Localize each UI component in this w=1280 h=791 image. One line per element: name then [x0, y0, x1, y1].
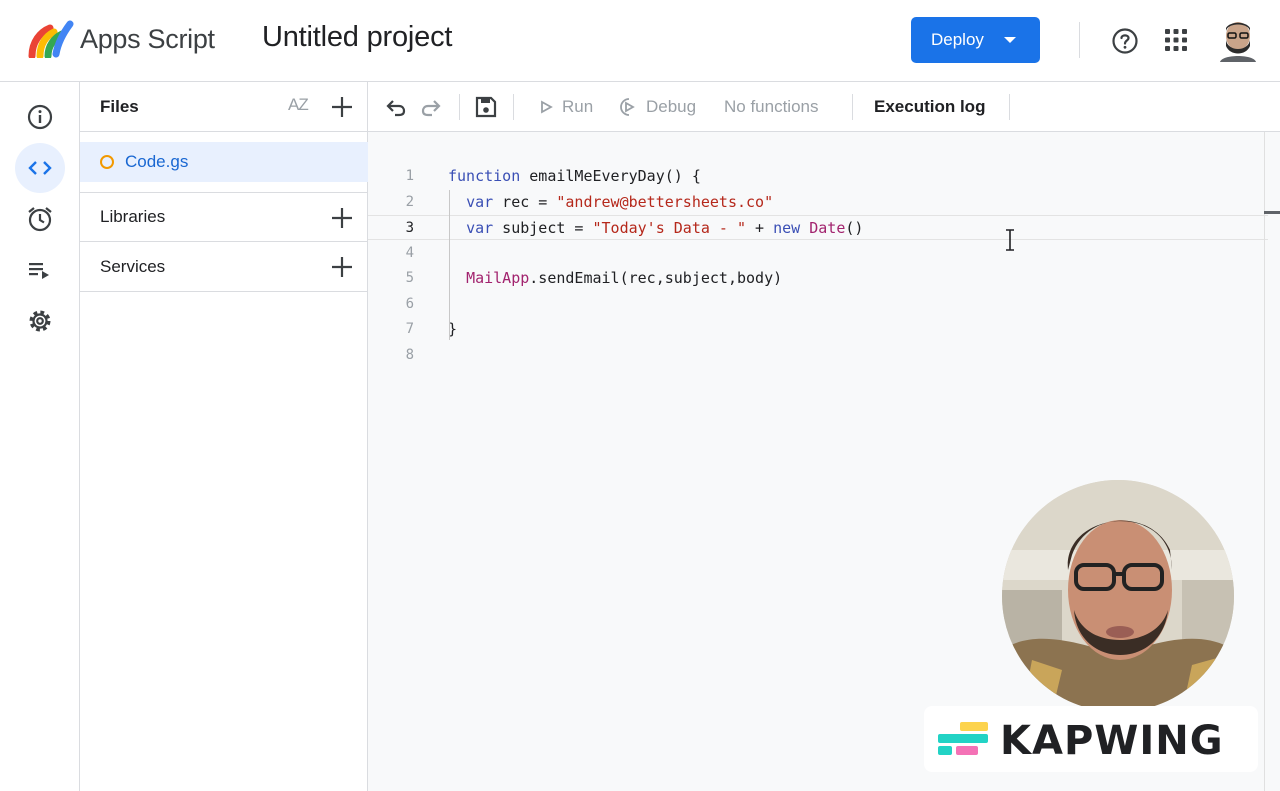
add-file-plus-icon[interactable] [330, 95, 354, 119]
run-button[interactable]: Run [538, 82, 598, 132]
apps-script-logo-icon[interactable] [28, 20, 74, 58]
line-number: 8 [405, 346, 414, 363]
toolbar-divider [852, 94, 853, 120]
webcam-overlay [1002, 480, 1234, 712]
execution-log-button[interactable]: Execution log [874, 97, 985, 117]
scrollbar-cursor-marker [1264, 211, 1280, 214]
line-number: 1 [405, 168, 414, 184]
debug-button[interactable]: Debug [618, 82, 708, 132]
avatar[interactable] [1218, 18, 1258, 62]
services-section: Services [80, 242, 368, 292]
undo-icon[interactable] [384, 95, 408, 119]
file-item-code-gs[interactable]: Code.gs [80, 142, 368, 182]
editor-scrollbar[interactable] [1264, 132, 1280, 791]
line-number: 4 [405, 244, 414, 261]
add-service-plus-icon[interactable] [330, 255, 354, 279]
function-select[interactable]: No functions [724, 97, 819, 117]
code-line[interactable]: 2 var rec = "andrew@bettersheets.co" [368, 190, 1268, 215]
settings-icon [29, 310, 51, 332]
project-title[interactable]: Untitled project [262, 21, 452, 54]
app-name[interactable]: Apps Script [80, 24, 215, 55]
rail-item-settings[interactable] [15, 296, 65, 346]
save-icon[interactable] [474, 95, 498, 119]
rail-item-overview[interactable] [15, 92, 65, 142]
code-line[interactable]: 1 function emailMeEveryDay() { [368, 164, 1268, 189]
left-nav-rail [0, 82, 80, 791]
indent-guide [449, 190, 450, 340]
rail-item-editor[interactable] [15, 143, 65, 193]
clock-icon [28, 207, 52, 232]
line-number: 5 [405, 270, 414, 286]
code-text: MailApp.sendEmail(rec,subject,body) [466, 269, 783, 287]
files-title: Files [100, 96, 139, 116]
sort-files-az-icon[interactable]: AZ [288, 95, 309, 115]
services-title: Services [100, 256, 166, 276]
code-line[interactable]: 4 [368, 241, 1268, 266]
code-text: var subject = "Today's Data - " + new Da… [466, 219, 864, 237]
kapwing-watermark: KAPWING [924, 706, 1258, 772]
libraries-section: Libraries [80, 192, 368, 242]
debug-label: Debug [646, 97, 697, 116]
code-line[interactable]: 8 [368, 343, 1268, 368]
debug-icon [620, 98, 635, 116]
line-number: 7 [405, 321, 414, 337]
code-line[interactable]: 5 MailApp.sendEmail(rec,subject,body) [368, 266, 1268, 291]
code-line[interactable]: 7} [368, 317, 1268, 342]
line-number: 6 [405, 295, 414, 312]
file-unsaved-dot-icon [100, 155, 114, 169]
code-text: function emailMeEveryDay() { [448, 167, 701, 185]
files-header: Files AZ [80, 82, 368, 132]
kapwing-logo-icon [938, 722, 988, 755]
google-apps-grid-icon[interactable] [1164, 28, 1188, 52]
toolbar-divider [459, 94, 460, 120]
help-icon[interactable] [1110, 26, 1140, 56]
presenter-video [1002, 480, 1234, 712]
chevron-down-icon [1003, 37, 1016, 43]
deploy-button-label: Deploy [931, 30, 984, 49]
editor-toolbar: Run Debug No functions Execution log [368, 82, 1280, 132]
redo-icon[interactable] [419, 95, 443, 119]
files-panel: Files AZ Code.gs Libraries Services [80, 82, 368, 791]
line-number: 3 [405, 220, 414, 236]
file-name: Code.gs [125, 152, 189, 171]
deploy-button[interactable]: Deploy [911, 17, 1040, 63]
kapwing-wordmark: KAPWING [1000, 718, 1224, 764]
rail-item-triggers[interactable] [15, 194, 65, 244]
line-number: 2 [405, 193, 414, 210]
toolbar-divider [513, 94, 514, 120]
text-cursor-icon [1006, 229, 1014, 251]
run-label: Run [562, 97, 594, 116]
app-header: Apps Script Untitled project Deploy [0, 0, 1280, 82]
code-line[interactable]: 6 [368, 292, 1268, 317]
rail-item-executions[interactable] [15, 245, 65, 295]
code-icon [28, 161, 52, 175]
header-divider [1079, 22, 1080, 58]
info-icon [27, 104, 53, 130]
code-text: var rec = "andrew@bettersheets.co" [466, 192, 774, 211]
play-icon [541, 100, 553, 114]
executions-icon [29, 263, 49, 279]
add-library-plus-icon[interactable] [330, 206, 354, 230]
toolbar-divider [1009, 94, 1010, 120]
code-line[interactable]: 3 var subject = "Today's Data - " + new … [368, 215, 1268, 240]
libraries-title: Libraries [100, 207, 166, 226]
